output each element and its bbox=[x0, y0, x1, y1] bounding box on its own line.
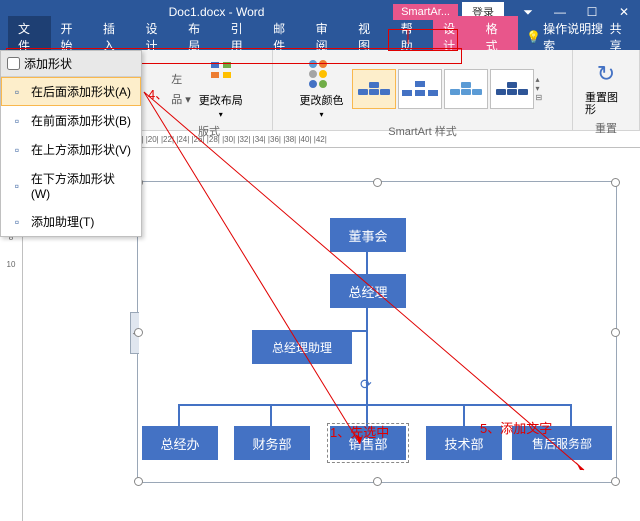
selection-handle[interactable] bbox=[611, 178, 620, 187]
selection-handle[interactable] bbox=[611, 328, 620, 337]
add-below-icon: ▫ bbox=[9, 178, 25, 194]
style-swatch[interactable] bbox=[444, 69, 488, 109]
selection-handle[interactable] bbox=[134, 328, 143, 337]
change-layout-button[interactable]: 更改布局 ▾ bbox=[195, 54, 247, 123]
selection-handle[interactable] bbox=[373, 178, 382, 187]
selection-handle[interactable] bbox=[611, 477, 620, 486]
change-color-button[interactable]: 更改颜色 ▾ bbox=[296, 54, 348, 123]
selection-handle[interactable] bbox=[373, 477, 382, 486]
org-node-leaf[interactable]: 售后服务部 bbox=[512, 426, 612, 460]
style-swatch[interactable] bbox=[398, 69, 442, 109]
add-shape-below[interactable]: ▫ 在下方添加形状(W) bbox=[1, 164, 141, 207]
reset-graphic-button[interactable]: ↻ 重置图形 bbox=[581, 54, 631, 120]
gallery-more-icon[interactable]: ⊟ bbox=[536, 93, 550, 102]
tell-me-search[interactable]: 💡 操作说明搜索 bbox=[526, 20, 609, 54]
add-after-icon: ▫ bbox=[9, 84, 25, 100]
change-layout-icon bbox=[205, 58, 237, 90]
selection-handle[interactable] bbox=[134, 477, 143, 486]
add-shape-dropdown: 添加形状 ▫ 在后面添加形状(A) ▫ 在前面添加形状(B) ▫ 在上方添加形状… bbox=[0, 50, 142, 237]
org-node-l1[interactable]: 总经理 bbox=[330, 274, 406, 308]
gallery-down-icon[interactable]: ▾ bbox=[536, 84, 550, 93]
style-swatch[interactable] bbox=[490, 69, 534, 109]
style-swatch[interactable] bbox=[352, 69, 396, 109]
ribbon: 左 品 ▾ 更改布局 ▾ 版式 更改颜色 bbox=[0, 50, 640, 131]
add-shape-after[interactable]: ▫ 在后面添加形状(A) bbox=[1, 77, 141, 106]
layout-small-btns: 左 品 ▾ bbox=[171, 71, 191, 107]
share-button[interactable]: 共享 bbox=[610, 20, 633, 54]
ribbon-group-styles: 更改颜色 ▾ ▴ ▾ ⊟ SmartArt 样式 bbox=[273, 50, 573, 130]
add-assistant[interactable]: ▫ 添加助理(T) bbox=[1, 207, 141, 236]
dropdown-header[interactable]: 添加形状 bbox=[1, 51, 141, 77]
change-color-icon bbox=[306, 58, 338, 90]
rotate-handle-icon[interactable]: ⟳ bbox=[360, 376, 372, 393]
add-shape-above[interactable]: ▫ 在上方添加形状(V) bbox=[1, 135, 141, 164]
org-node-leaf[interactable]: 总经办 bbox=[142, 426, 218, 460]
org-node-assistant[interactable]: 总经理助理 bbox=[252, 330, 352, 364]
org-node-leaf[interactable]: 财务部 bbox=[234, 426, 310, 460]
ribbon-group-reset: ↻ 重置图形 重置 bbox=[573, 50, 640, 130]
gallery-up-icon[interactable]: ▴ bbox=[536, 75, 550, 84]
smartart-frame[interactable]: ◂ 董事会 总经理 总经理助理 总经办 财务部 销售部 技 bbox=[137, 181, 617, 483]
org-node-leaf[interactable]: 技术部 bbox=[426, 426, 502, 460]
smartart-styles-gallery[interactable]: ▴ ▾ ⊟ bbox=[352, 69, 550, 109]
menu-bar: 文件 开始 插入 设计 布局 引用 邮件 审阅 视图 帮助 设计 格式 💡 操作… bbox=[0, 24, 640, 50]
ribbon-group-layout: 左 品 ▾ 更改布局 ▾ 版式 bbox=[146, 50, 273, 130]
org-node-root[interactable]: 董事会 bbox=[330, 218, 406, 252]
lightbulb-icon: 💡 bbox=[526, 30, 541, 44]
add-shape-before[interactable]: ▫ 在前面添加形状(B) bbox=[1, 106, 141, 135]
add-assistant-icon: ▫ bbox=[9, 214, 25, 230]
add-above-icon: ▫ bbox=[9, 142, 25, 158]
add-before-icon: ▫ bbox=[9, 113, 25, 129]
add-shape-checkbox[interactable] bbox=[7, 57, 20, 70]
reset-icon: ↻ bbox=[590, 58, 622, 90]
org-node-leaf-selected[interactable]: 销售部 bbox=[330, 426, 406, 460]
